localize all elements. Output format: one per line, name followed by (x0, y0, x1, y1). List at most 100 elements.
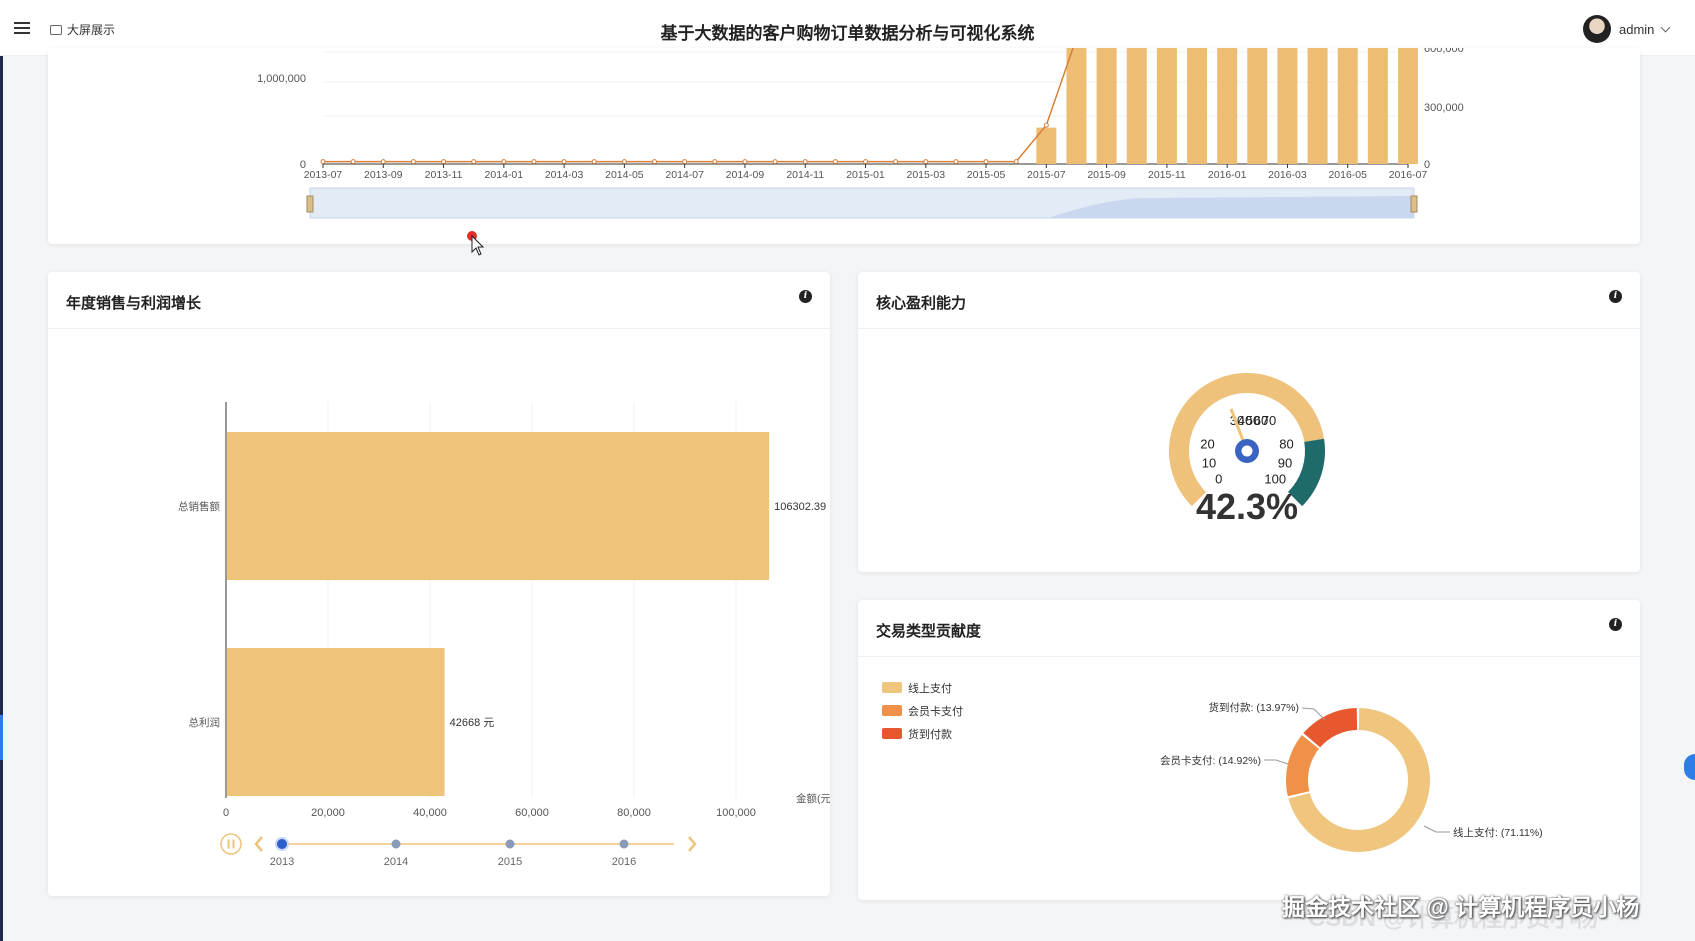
bar (1307, 44, 1328, 164)
mouse-cursor (467, 231, 484, 256)
right-tick-label: 300,000 (1424, 102, 1464, 114)
profit-gauge: 010203040506070809010042.3% (1169, 373, 1325, 527)
left-edge-accent (0, 715, 3, 760)
line-point (832, 159, 838, 165)
gauge-tick-label: 20 (1200, 437, 1214, 452)
x-tick-label: 2015-09 (1087, 169, 1126, 181)
bar (227, 648, 445, 796)
left-edge-bar (0, 0, 3, 941)
bar-data-label: 106302.39 元 (774, 501, 830, 513)
bar-data-label: 42668 元 (450, 717, 495, 729)
x-tick-label: 2014-11 (786, 169, 824, 181)
x-axis-label: 金额(元) (796, 792, 830, 805)
bar (1337, 44, 1358, 164)
x-tick-label: 2015-03 (907, 169, 946, 181)
x-tick-label: 40,000 (413, 807, 447, 819)
divider (48, 328, 830, 329)
gauge-tick-label: 70 (1262, 413, 1276, 428)
line-point (1043, 122, 1049, 128)
datazoom-handle-left (306, 195, 314, 213)
info-icon[interactable]: i (1609, 290, 1622, 303)
line-point (923, 159, 929, 165)
profit-title: 核心盈利能力 (876, 295, 967, 312)
x-tick-label: 2015-05 (967, 169, 1006, 181)
gauge-tick-label: 100 (1264, 471, 1286, 486)
x-tick-label: 20,000 (311, 807, 345, 819)
timeline-label: 2016 (612, 856, 636, 868)
leader-line (1264, 759, 1289, 765)
bar (227, 432, 770, 580)
datazoom-handle-right (1410, 195, 1418, 213)
line-point (742, 159, 748, 165)
x-tick-label: 2014-05 (605, 169, 644, 181)
profit-card: 核心盈利能力 i 010203040506070809010042.3% (858, 272, 1640, 572)
x-tick-label: 2014-07 (665, 169, 704, 181)
chevron-left-icon (254, 836, 263, 852)
line-point (863, 159, 868, 165)
line-point (712, 159, 718, 165)
bar (1367, 44, 1388, 164)
x-tick-label: 2013-09 (364, 169, 403, 181)
line-point (320, 159, 326, 165)
divider (858, 656, 1640, 657)
pause-icon (232, 839, 235, 849)
avatar (1583, 15, 1611, 43)
timeline-dot (505, 839, 515, 849)
gauge-tick-label: 10 (1202, 455, 1216, 470)
line-point (410, 159, 416, 165)
x-tick-label: 100,000 (716, 807, 756, 819)
line-series (323, 37, 1408, 163)
gauge-center-hole (1241, 445, 1253, 457)
bar (1277, 44, 1298, 164)
bar (1217, 44, 1238, 164)
timeline-dot-active (275, 837, 289, 851)
line-point (1013, 159, 1019, 165)
timeline-dot (391, 839, 401, 849)
donut-slice (1303, 708, 1358, 748)
line-point (621, 159, 627, 165)
x-tick-label: 2016-05 (1328, 169, 1367, 181)
timeline-dot (619, 839, 629, 849)
line-point (561, 159, 567, 165)
timeline-label: 2014 (384, 856, 408, 868)
page-title: 基于大数据的客户购物订单数据分析与可视化系统 (660, 24, 1035, 43)
bar (1156, 44, 1177, 164)
x-tick-label: 2014-03 (545, 169, 584, 181)
legend-label: 会员卡支付 (908, 705, 963, 718)
chevron-down-icon (1660, 22, 1671, 32)
floating-action-button[interactable] (1684, 754, 1695, 780)
line-point (953, 159, 959, 165)
transaction-card: 交易类型贡献度 i 线上支付 会员卡支付 货到付款 线上支付: (71.11%) 会员卡… (858, 600, 1640, 900)
line-point (531, 159, 537, 165)
annual-sales-card: 年度销售与利润增长 i 0 20,000 40,000 60,000 80,000 100… (48, 272, 830, 896)
y-category-label: 总利润 (189, 716, 221, 729)
line-point (471, 159, 477, 165)
x-tick-label: 2016-01 (1208, 169, 1247, 181)
x-tick-label: 60,000 (515, 807, 549, 819)
line-point (772, 159, 778, 165)
legend-swatch (882, 705, 902, 716)
timeline-label: 2013 (270, 856, 294, 868)
slice-label: 会员卡支付: (14.92%) (1160, 754, 1261, 767)
info-icon[interactable]: i (799, 290, 812, 303)
divider (858, 328, 1640, 329)
x-tick-label: 2016-07 (1389, 169, 1428, 181)
line-point (682, 159, 688, 165)
user-menu[interactable]: admin (1583, 15, 1671, 43)
timeline-play-button (220, 833, 242, 855)
bar (1398, 44, 1418, 164)
slice-label: 货到付款: (13.97%) (1209, 701, 1299, 714)
x-tick-label: 2013-07 (304, 169, 343, 181)
x-tick-label: 80,000 (617, 807, 651, 819)
bar (1126, 44, 1147, 164)
info-icon[interactable]: i (1609, 618, 1622, 631)
timeline-label: 2015 (498, 856, 522, 868)
bar (1066, 44, 1087, 164)
donut-slice (1286, 734, 1319, 797)
right-tick-label: 600,000 (1424, 48, 1464, 55)
annual-sales-chart: 0 20,000 40,000 60,000 80,000 100,000 金额(元) 106… (178, 402, 830, 868)
gauge-tick-label: 90 (1278, 455, 1292, 470)
x-tick-label: 0 (223, 807, 229, 819)
bar (1187, 44, 1208, 164)
legend-swatch (882, 728, 902, 739)
